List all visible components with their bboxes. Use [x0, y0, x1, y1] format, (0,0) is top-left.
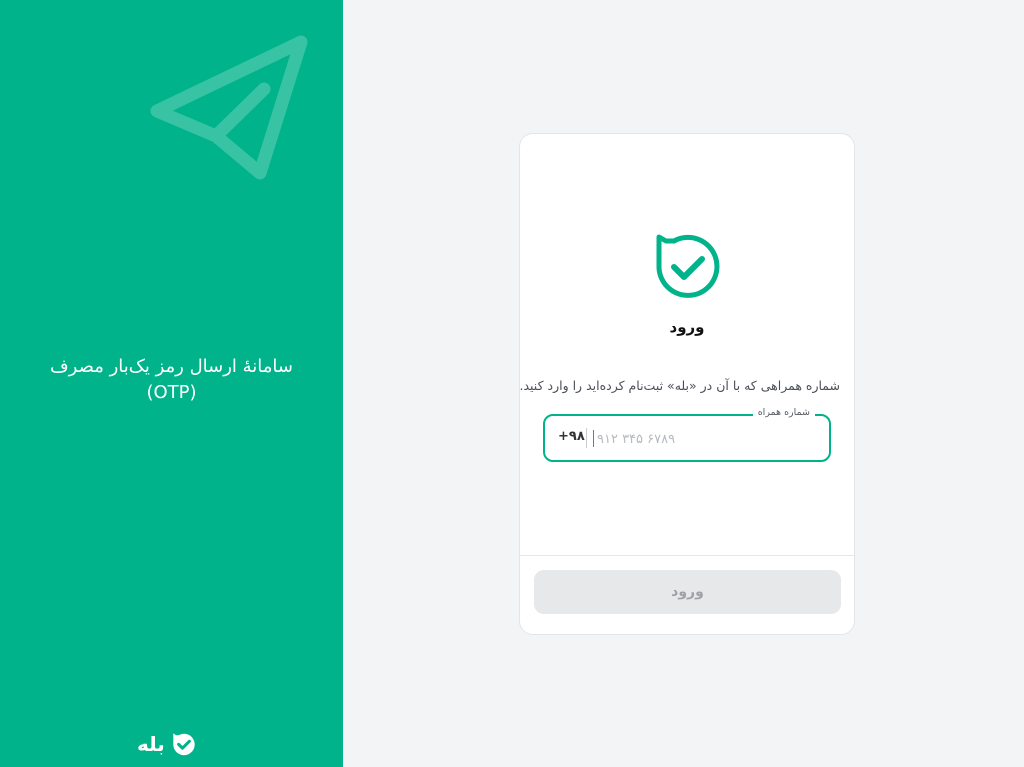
country-code-divider — [586, 428, 587, 448]
login-button[interactable]: ورود — [534, 570, 841, 614]
system-title-line2: (OTP) — [146, 382, 197, 403]
text-caret — [593, 430, 594, 447]
login-title: ورود — [669, 318, 705, 336]
bale-check-icon — [656, 234, 720, 298]
phone-field-label: شماره همراه — [752, 407, 815, 418]
country-code: +۹۸ — [558, 429, 585, 444]
system-title: سامانهٔ ارسال رمز یک‌بار مصرف (OTP) — [0, 354, 343, 406]
phone-input[interactable] — [595, 425, 799, 453]
send-plane-icon — [150, 35, 308, 180]
brand-logo: بله — [137, 730, 197, 758]
card-divider — [520, 555, 854, 556]
phone-field[interactable]: شماره همراه +۹۸ — [543, 407, 831, 462]
brand-name: بله — [137, 732, 165, 756]
system-title-line1: سامانهٔ ارسال رمز یک‌بار مصرف — [50, 356, 293, 377]
login-instruction: شماره همراهی که با آن در «بله» ثبت‌نام ک… — [519, 378, 840, 393]
login-card: ورود شماره همراهی که با آن در «بله» ثبت‌… — [519, 133, 855, 635]
side-panel: سامانهٔ ارسال رمز یک‌بار مصرف (OTP) بله — [0, 0, 343, 767]
bale-check-icon — [173, 733, 195, 756]
